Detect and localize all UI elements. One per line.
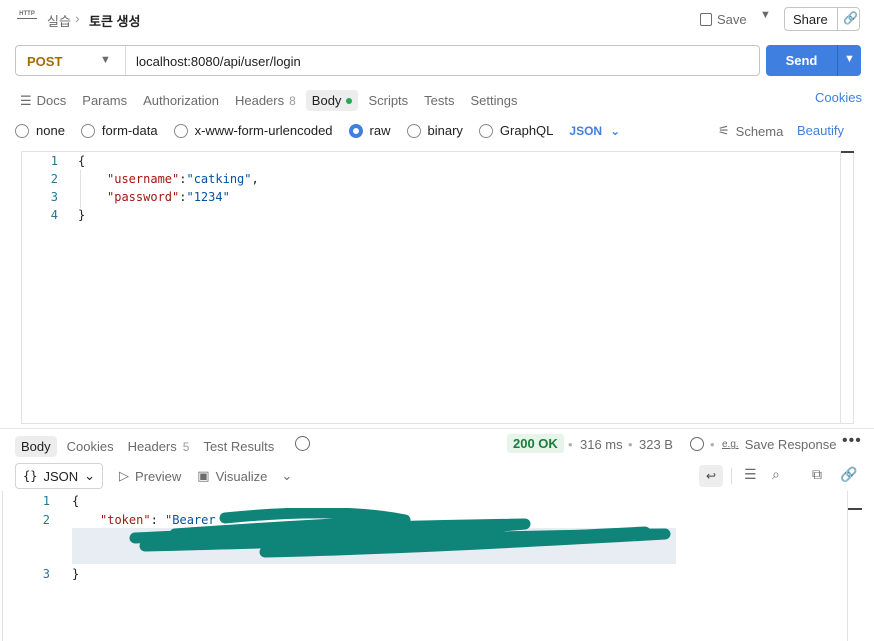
wrap-lines-icon[interactable]: ↩ [699, 465, 723, 487]
chevron-down-icon[interactable]: ▼ [760, 9, 771, 21]
request-tabs: ☰ Docs Params Authorization Headers 8 Bo… [20, 90, 534, 111]
radio-binary[interactable]: binary [406, 123, 463, 138]
breadcrumb-collection[interactable]: 실습 [47, 11, 71, 30]
response-tab-test-results[interactable]: Test Results [203, 439, 274, 454]
line-number: 3 [42, 567, 50, 581]
line-number: 4 [50, 208, 58, 222]
pane-resize-handle[interactable] [0, 428, 874, 429]
play-icon: ▷ [119, 468, 130, 483]
schema-button[interactable]: ⚟ Schema [718, 123, 783, 139]
line-number: 2 [42, 513, 50, 527]
sliders-icon: ⚟ [718, 123, 730, 138]
code-line: { [72, 494, 80, 508]
status-badge[interactable]: 200 OK [507, 434, 564, 453]
radio-none[interactable]: none [15, 123, 65, 138]
response-toolbar: {} JSON ⌄ ▷ Preview ▣ Visualize ⌄ [15, 463, 292, 489]
code-line: } [78, 208, 86, 222]
code-line: "username":"catking", [107, 172, 259, 186]
save-icon [700, 12, 712, 26]
braces-icon: {} [23, 469, 38, 483]
tab-params[interactable]: Params [82, 93, 127, 108]
filter-icon[interactable]: ☰ [744, 466, 757, 483]
response-size[interactable]: 323 B [639, 437, 673, 452]
request-title[interactable]: 토큰 생성 [89, 11, 140, 30]
chevron-down-icon[interactable]: ▼ [844, 53, 855, 65]
url-input[interactable]: localhost:8080/api/user/login [136, 54, 301, 69]
active-dot-icon [346, 97, 353, 104]
more-options-icon[interactable]: ••• [842, 432, 862, 450]
response-tabs: Body Cookies Headers 5 Test Results [15, 436, 288, 457]
method-select[interactable]: POST [27, 54, 62, 69]
globe-icon[interactable] [690, 437, 704, 451]
redaction-scribble [129, 508, 671, 558]
line-number: 1 [50, 154, 58, 168]
chevron-down-icon: ⌄ [84, 468, 96, 483]
search-icon[interactable]: ⌕ [772, 466, 780, 483]
response-tab-cookies[interactable]: Cookies [67, 439, 114, 454]
link-icon[interactable]: 🔗 [840, 466, 857, 483]
tab-authorization[interactable]: Authorization [143, 93, 219, 108]
tab-settings[interactable]: Settings [471, 93, 518, 108]
image-icon: ▣ [197, 468, 210, 483]
response-headers-count: 5 [182, 439, 190, 454]
tab-docs[interactable]: ☰ Docs [20, 93, 66, 109]
chevron-down-icon: ⌄ [610, 123, 621, 138]
tab-tests[interactable]: Tests [424, 93, 454, 108]
http-request-icon: HTTP [17, 10, 37, 26]
preview-button[interactable]: ▷ Preview [119, 468, 181, 484]
radio-raw[interactable]: raw [348, 123, 391, 138]
url-bar [15, 45, 760, 76]
radio-form-data[interactable]: form-data [80, 123, 158, 138]
response-format-select[interactable]: {} JSON ⌄ [15, 463, 104, 489]
copy-icon[interactable]: ⧉ [812, 466, 822, 483]
radio-urlencoded[interactable]: x-www-form-urlencoded [173, 123, 333, 138]
code-line: { [78, 154, 86, 168]
line-number: 3 [50, 190, 58, 204]
radio-graphql[interactable]: GraphQL [478, 123, 553, 138]
code-line: } [72, 567, 80, 581]
editor-scrollbar[interactable] [840, 151, 854, 424]
tab-body[interactable]: Body [305, 90, 359, 111]
tab-scripts[interactable]: Scripts [368, 93, 408, 108]
link-icon[interactable]: 🔗 [843, 11, 858, 25]
chevron-right-icon: › [75, 10, 80, 26]
headers-count: 8 [289, 93, 296, 108]
save-response-button[interactable]: e.g. Save Response [722, 437, 836, 452]
tab-headers[interactable]: Headers 8 [235, 93, 296, 108]
chevron-down-icon[interactable]: ⌄ [281, 468, 292, 484]
chevron-down-icon[interactable]: ▼ [100, 54, 111, 66]
response-scrollbar[interactable] [848, 491, 862, 641]
save-example-icon: e.g. [722, 439, 739, 450]
response-tab-headers[interactable]: Headers 5 [128, 439, 190, 454]
save-button[interactable]: Save [700, 9, 747, 29]
response-time[interactable]: 316 ms [580, 437, 623, 452]
visualize-button[interactable]: ▣ Visualize ⌄ [197, 468, 292, 484]
code-line: "password":"1234" [107, 190, 230, 204]
response-tab-body[interactable]: Body [15, 436, 57, 457]
docs-icon: ☰ [20, 92, 32, 108]
share-button[interactable]: Share 🔗 [784, 7, 860, 31]
beautify-button[interactable]: Beautify [797, 123, 844, 138]
line-number: 2 [50, 172, 58, 186]
history-icon[interactable] [295, 436, 310, 451]
send-button[interactable]: Send ▼ [766, 45, 861, 76]
line-number: 1 [42, 494, 50, 508]
body-format-select[interactable]: JSON ⌄ [569, 124, 620, 138]
cookies-link[interactable]: Cookies [815, 90, 862, 105]
body-type-selector: none form-data x-www-form-urlencoded raw… [15, 123, 620, 138]
